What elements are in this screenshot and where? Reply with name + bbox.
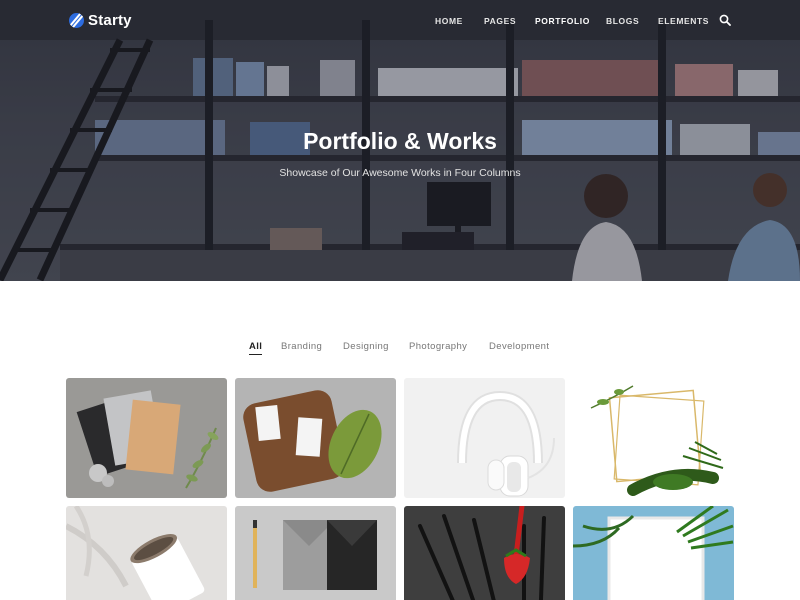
page-title: Portfolio & Works [303,128,497,154]
portfolio-item-envelopes[interactable] [235,506,396,600]
page-subtitle: Showcase of Our Awesome Works in Four Co… [279,167,521,179]
search-icon[interactable] [719,14,731,26]
hero-banner: Starty HOME PAGES PORTFOLIO BLOGS ELEMEN… [0,0,800,281]
nav-item-home[interactable]: HOME [435,16,463,26]
portfolio-item-forks-strawberry[interactable] [404,506,565,600]
filter-photography[interactable]: Photography [409,341,467,352]
nav-item-portfolio[interactable]: PORTFOLIO [535,16,590,26]
filter-designing[interactable]: Designing [343,341,389,352]
portfolio-item-white-frame-leaves[interactable] [573,506,734,600]
filter-development[interactable]: Development [489,341,549,352]
nav-item-blogs[interactable]: BLOGS [606,16,639,26]
nav-menu: HOME PAGES PORTFOLIO BLOGS ELEMENTS [0,16,800,28]
portfolio-item-headphones[interactable] [404,378,565,498]
portfolio-item-paper-cup[interactable] [66,506,227,600]
filter-branding[interactable]: Branding [281,341,322,352]
portfolio-item-stationery-cards[interactable] [66,378,227,498]
filter-all[interactable]: All [249,341,263,355]
portfolio-item-business-cards-board[interactable] [235,378,396,498]
portfolio-filter-tabs: All Branding Designing Photography Devel… [0,341,800,357]
nav-item-pages[interactable]: PAGES [484,16,516,26]
nav-item-elements[interactable]: ELEMENTS [658,16,709,26]
top-navigation: Starty HOME PAGES PORTFOLIO BLOGS ELEMEN… [0,0,800,42]
portfolio-item-gold-frame[interactable] [573,378,734,498]
